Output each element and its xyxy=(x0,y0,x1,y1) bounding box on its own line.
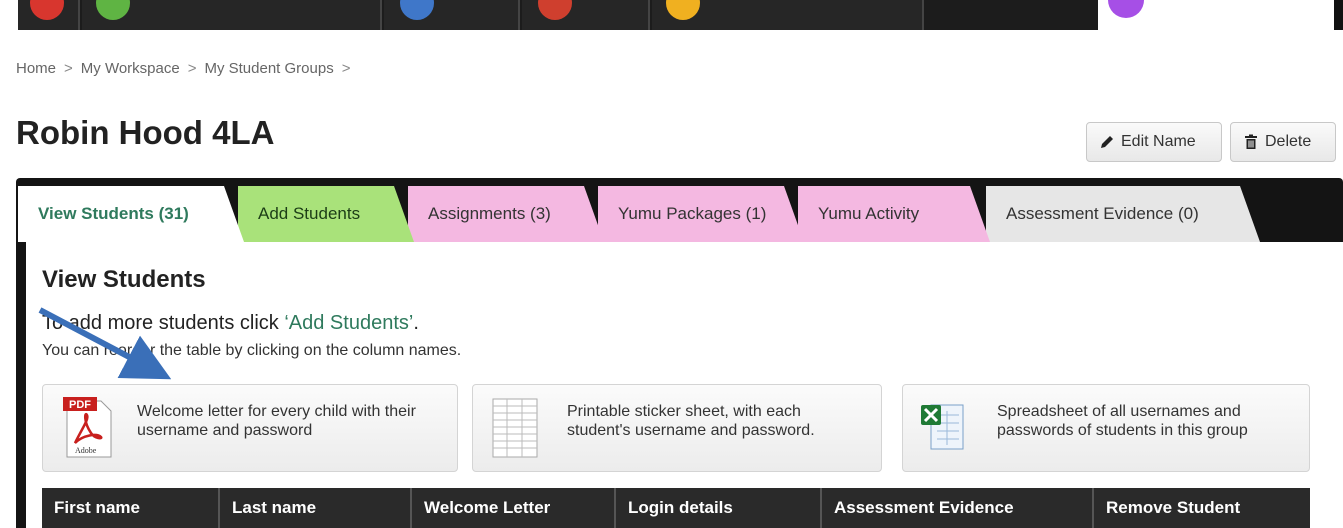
app-tile[interactable] xyxy=(384,0,520,30)
app-top-bar xyxy=(18,0,1098,30)
tab-assessment-evidence[interactable]: Assessment Evidence (0) xyxy=(986,186,1260,242)
app-green-icon xyxy=(96,0,130,20)
section-title: View Students xyxy=(42,266,206,293)
pencil-icon xyxy=(1101,136,1113,148)
welcome-letter-download-button[interactable]: PDF Adobe Welcome letter for every child… xyxy=(42,384,458,472)
app-tile[interactable] xyxy=(652,0,924,30)
app-yellow-icon xyxy=(666,0,700,20)
tab-view-students[interactable]: View Students (31) xyxy=(18,186,244,242)
app-orange-icon xyxy=(538,0,572,20)
edit-name-button[interactable]: Edit Name xyxy=(1086,122,1222,162)
students-table-header: First name Last name Welcome Letter Logi… xyxy=(42,488,1310,528)
breadcrumb-separator: > xyxy=(341,60,351,77)
breadcrumb-separator: > xyxy=(64,60,73,77)
pdf-icon: PDF Adobe xyxy=(63,397,112,458)
tab-add-students[interactable]: Add Students xyxy=(238,186,414,242)
breadcrumb-my-student-groups[interactable]: My Student Groups xyxy=(204,60,333,77)
column-header-first-name[interactable]: First name xyxy=(42,488,220,528)
instruction-text: To add more students click xyxy=(42,312,285,334)
top-bar-edge xyxy=(1334,0,1343,30)
column-header-assessment-evidence[interactable]: Assessment Evidence xyxy=(822,488,1094,528)
avatar[interactable] xyxy=(1108,0,1144,18)
sticker-sheet-description: Printable sticker sheet, with each stude… xyxy=(567,403,815,439)
trash-icon xyxy=(1245,134,1257,149)
excel-icon xyxy=(921,404,964,450)
tab-assignments[interactable]: Assignments (3) xyxy=(408,186,604,242)
breadcrumb-separator: > xyxy=(187,60,197,77)
app-red-icon xyxy=(30,0,64,20)
column-header-login-details[interactable]: Login details xyxy=(616,488,822,528)
column-header-welcome-letter[interactable]: Welcome Letter xyxy=(412,488,616,528)
app-tile[interactable] xyxy=(18,0,80,30)
spreadsheet-description: Spreadsheet of all usernames and passwor… xyxy=(997,403,1248,439)
breadcrumb-home[interactable]: Home xyxy=(16,60,56,77)
sticker-sheet-download-button[interactable]: Printable sticker sheet, with each stude… xyxy=(472,384,882,472)
add-students-instruction: To add more students click ‘Add Students… xyxy=(42,312,419,335)
edit-name-label: Edit Name xyxy=(1121,133,1196,150)
column-header-last-name[interactable]: Last name xyxy=(220,488,412,528)
delete-button[interactable]: Delete xyxy=(1230,122,1336,162)
tab-yumu-activity[interactable]: Yumu Activity xyxy=(798,186,990,242)
breadcrumb: Home > My Workspace > My Student Groups … xyxy=(16,60,350,77)
instruction-suffix: . xyxy=(413,312,419,334)
welcome-letter-description: Welcome letter for every child with thei… xyxy=(137,403,416,439)
spreadsheet-download-button[interactable]: Spreadsheet of all usernames and passwor… xyxy=(902,384,1310,472)
pdf-icon-label: PDF xyxy=(69,399,91,411)
app-blue-icon xyxy=(400,0,434,20)
column-header-remove-student[interactable]: Remove Student xyxy=(1094,488,1310,528)
app-tile[interactable] xyxy=(522,0,650,30)
adobe-wordmark: Adobe xyxy=(75,446,97,455)
sticker-sheet-icon xyxy=(492,398,538,458)
breadcrumb-my-workspace[interactable]: My Workspace xyxy=(81,60,180,77)
app-tile[interactable] xyxy=(82,0,382,30)
delete-label: Delete xyxy=(1265,133,1312,150)
reorder-hint: You can reorder the table by clicking on… xyxy=(42,342,462,359)
tab-yumu-packages[interactable]: Yumu Packages (1) xyxy=(598,186,804,242)
add-students-link[interactable]: ‘Add Students’ xyxy=(284,312,413,334)
page-title: Robin Hood 4LA xyxy=(16,114,275,151)
